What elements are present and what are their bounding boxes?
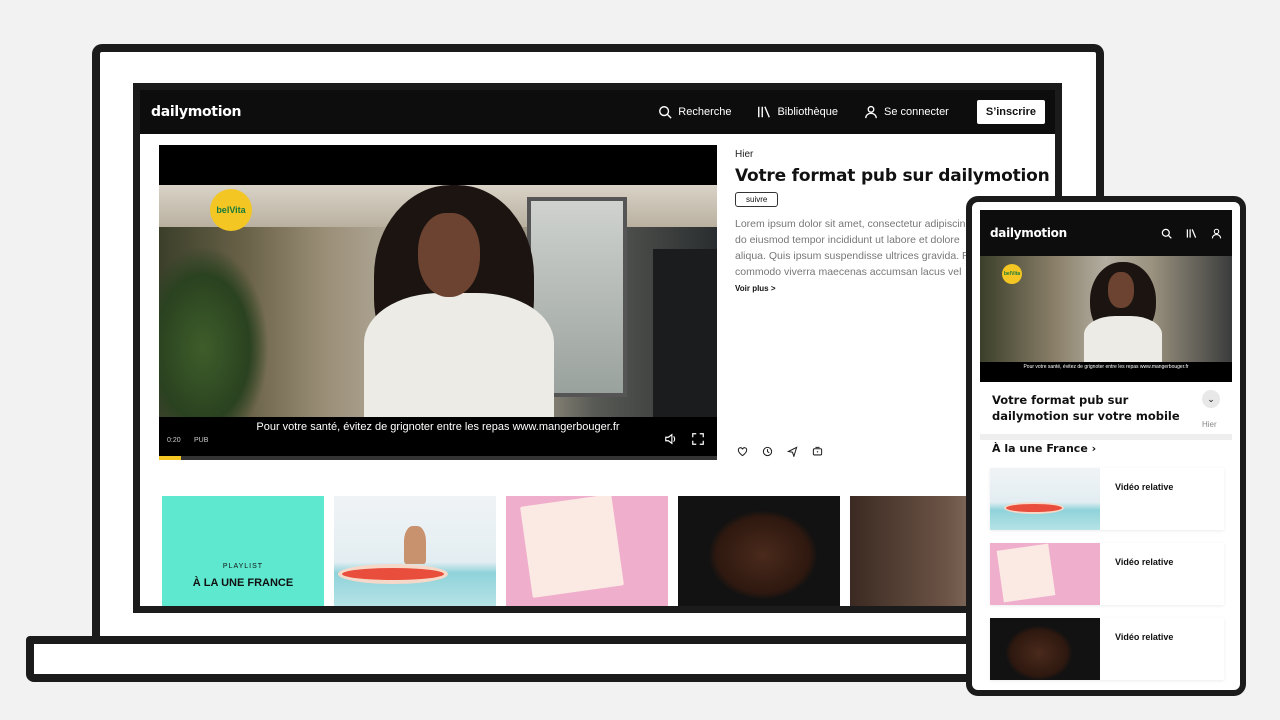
progress-fill: [159, 456, 182, 460]
user-icon[interactable]: [1211, 228, 1222, 239]
related-video-item[interactable]: Vidéo relative: [990, 618, 1224, 680]
related-thumbnail: [990, 543, 1100, 605]
follow-button[interactable]: suivre: [735, 192, 779, 207]
related-video-item[interactable]: Vidéo relative: [990, 543, 1224, 605]
video-thumbnail[interactable]: [506, 496, 668, 606]
related-video-label: Vidéo relative: [1115, 482, 1174, 492]
heart-icon[interactable]: [737, 446, 748, 457]
scene-monitor: [653, 249, 717, 417]
clock-icon[interactable]: [762, 446, 773, 457]
library-nav-item[interactable]: Bibliothèque: [757, 105, 838, 119]
add-to-queue-icon[interactable]: [812, 446, 823, 457]
video-time: 0:20: [167, 437, 181, 444]
thumbnail-float: [338, 564, 448, 584]
laptop-screen: dailymotion Recherche Bibliothèque Se co…: [133, 83, 1062, 613]
thumbnail-paddler: [404, 526, 426, 564]
login-nav-item[interactable]: Se connecter: [864, 105, 949, 119]
ad-badge: PUB: [194, 437, 209, 444]
mobile-nav-icons: [1161, 228, 1222, 239]
login-label: Se connecter: [884, 106, 949, 118]
playlist-card[interactable]: PLAYLIST À LA UNE FRANCE: [162, 496, 324, 606]
divider: [980, 434, 1232, 440]
dailymotion-logo[interactable]: dailymotion: [151, 104, 241, 120]
person-face: [1108, 272, 1134, 308]
playlist-title: À LA UNE FRANCE: [192, 577, 294, 589]
library-icon: [758, 106, 771, 118]
related-video-label: Vidéo relative: [1115, 557, 1174, 567]
thumbnail-notebook: [520, 496, 624, 598]
nav-links: Recherche Bibliothèque Se connecter S’in…: [658, 100, 1045, 124]
mobile-video-player[interactable]: belVita Pour votre santé, évitez de grig…: [980, 256, 1232, 382]
person-shirt: [364, 293, 554, 417]
related-thumbnail: [990, 468, 1100, 530]
person-shirt: [1084, 316, 1162, 362]
belvita-logo: belVita: [210, 189, 252, 231]
mobile-video-title: Votre format pub sur dailymotion sur vot…: [992, 393, 1180, 423]
related-video-label: Vidéo relative: [1115, 632, 1174, 642]
video-date: Hier: [735, 149, 754, 160]
video-player[interactable]: belVita Pour votre santé, évitez de grig…: [159, 145, 717, 460]
thumbnail-notebook: [996, 543, 1056, 603]
mobile-dailymotion-logo[interactable]: dailymotion: [990, 226, 1067, 240]
search-nav-item[interactable]: Recherche: [658, 105, 731, 119]
scene-person: [364, 185, 554, 417]
search-icon: [659, 106, 672, 119]
chevron-down-icon[interactable]: ⌄: [1202, 390, 1220, 408]
person-face: [418, 213, 480, 297]
mobile-video-date: Hier: [1202, 420, 1217, 429]
thumbnail-brownie: [1006, 626, 1072, 680]
related-video-item[interactable]: Vidéo relative: [990, 468, 1224, 530]
mobile-top-bar: dailymotion: [980, 210, 1232, 256]
playlist-label: PLAYLIST: [222, 563, 264, 570]
progress-bar[interactable]: [159, 456, 717, 460]
share-icon[interactable]: [787, 446, 798, 457]
thumbnail-brownie: [708, 510, 818, 600]
search-label: Recherche: [678, 106, 732, 118]
top-navigation-bar: dailymotion Recherche Bibliothèque Se co…: [140, 90, 1055, 134]
signup-button[interactable]: S’inscrire: [976, 100, 1045, 124]
thumbnail-row: PLAYLIST À LA UNE FRANCE: [162, 496, 1012, 606]
section-title[interactable]: À la une France ›: [992, 442, 1096, 455]
stage: dailymotion Recherche Bibliothèque Se co…: [0, 0, 1280, 720]
volume-icon[interactable]: [664, 432, 678, 446]
mobile-video-subtitle: Pour votre santé, évitez de grignoter en…: [1023, 364, 1189, 370]
related-thumbnail: [990, 618, 1100, 680]
thumbnail-float: [1004, 502, 1064, 514]
library-label: Bibliothèque: [777, 106, 839, 118]
fullscreen-icon[interactable]: [691, 432, 705, 446]
search-icon[interactable]: [1161, 228, 1172, 239]
scene-plant: [159, 245, 269, 417]
user-icon: [865, 105, 877, 119]
video-thumbnail[interactable]: [678, 496, 840, 606]
video-title: Votre format pub sur dailymotion: [735, 166, 1050, 186]
belvita-logo: belVita: [1002, 264, 1022, 284]
mobile-device: dailymotion belVita Pour votre santé, év…: [966, 196, 1246, 696]
library-icon[interactable]: [1186, 228, 1197, 239]
video-thumbnail[interactable]: [334, 496, 496, 606]
video-actions: [737, 446, 823, 457]
video-subtitle: Pour votre santé, évitez de grignoter en…: [256, 421, 620, 433]
laptop-base: [26, 636, 1026, 682]
